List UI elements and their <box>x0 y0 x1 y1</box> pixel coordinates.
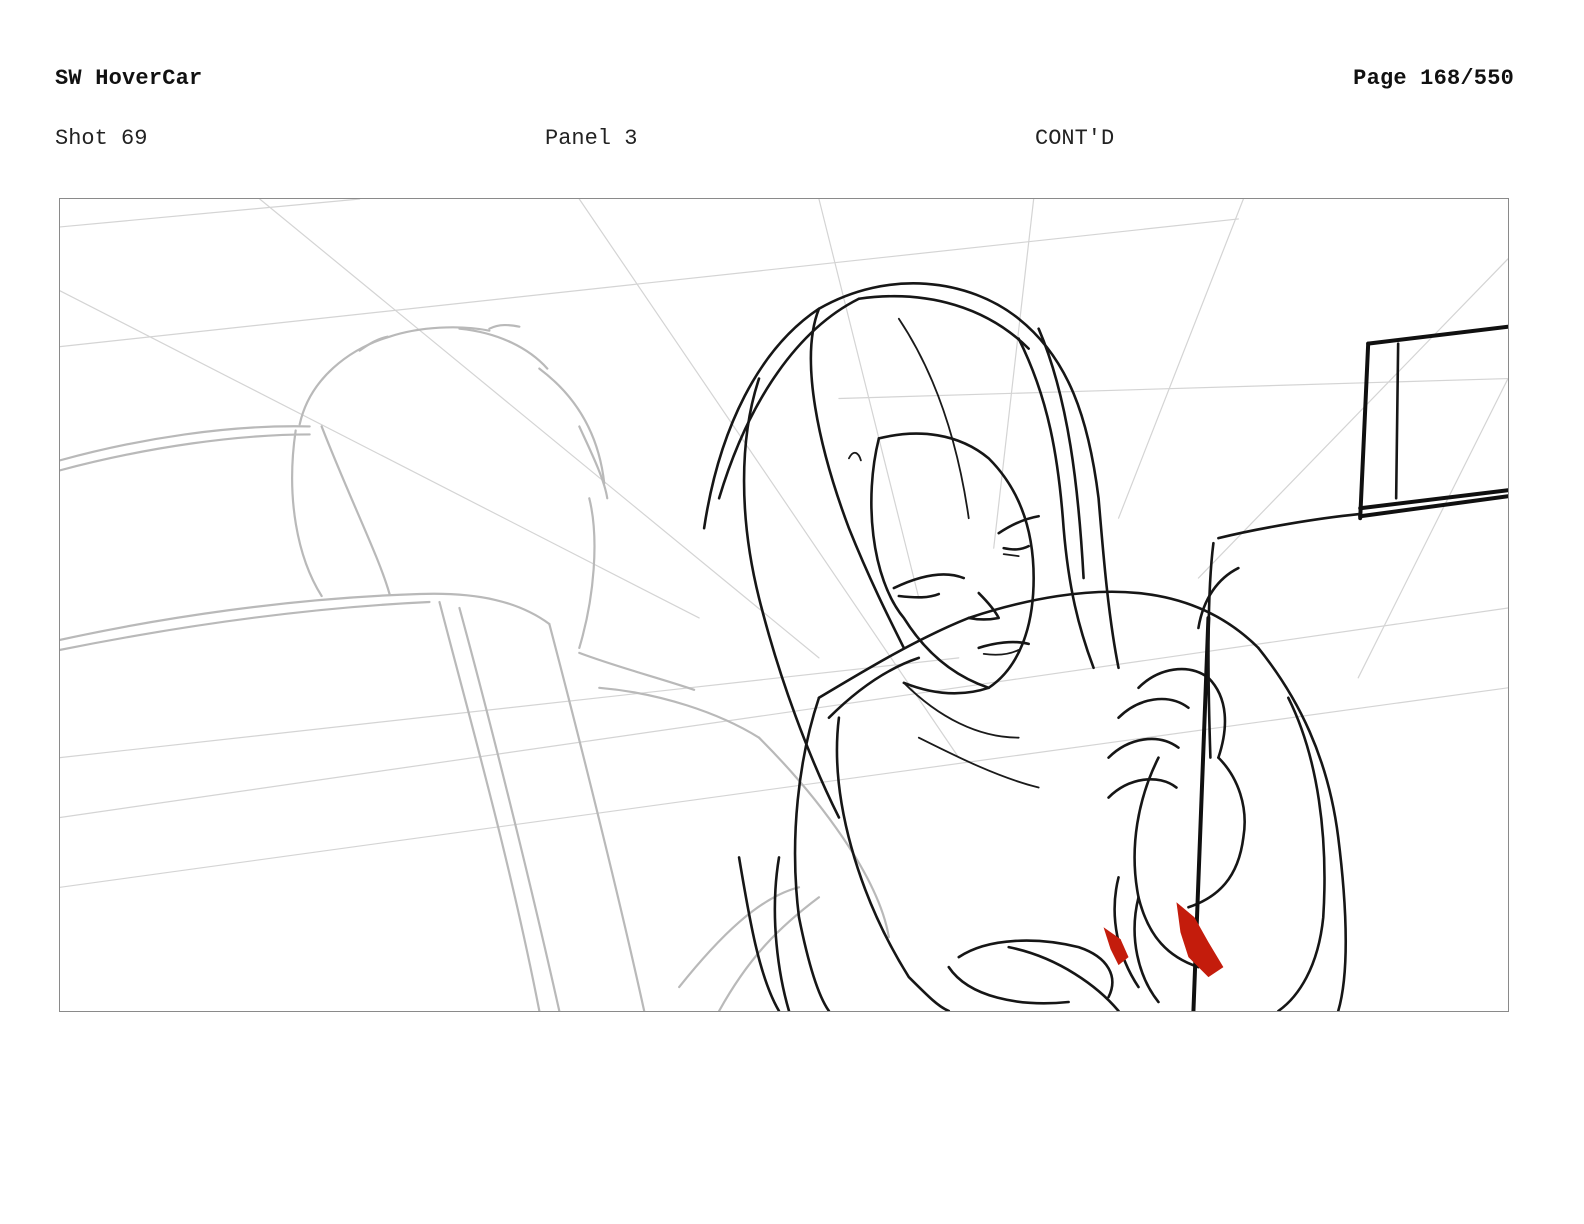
background-passenger-sketch <box>60 323 890 1011</box>
continuation-label: CONT'D <box>1035 126 1115 151</box>
storyboard-panel <box>59 198 1509 1012</box>
panel-sketch <box>60 199 1508 1011</box>
perspective-guides <box>60 199 1508 888</box>
page-number: Page 168/550 <box>1353 66 1514 91</box>
front-seat-headrest <box>1207 324 1508 759</box>
red-accent-marks <box>1103 902 1224 978</box>
storyboard-title: SW HoverCar <box>55 66 203 91</box>
shot-number: Shot 69 <box>55 126 148 151</box>
panel-number: Panel 3 <box>545 126 638 151</box>
